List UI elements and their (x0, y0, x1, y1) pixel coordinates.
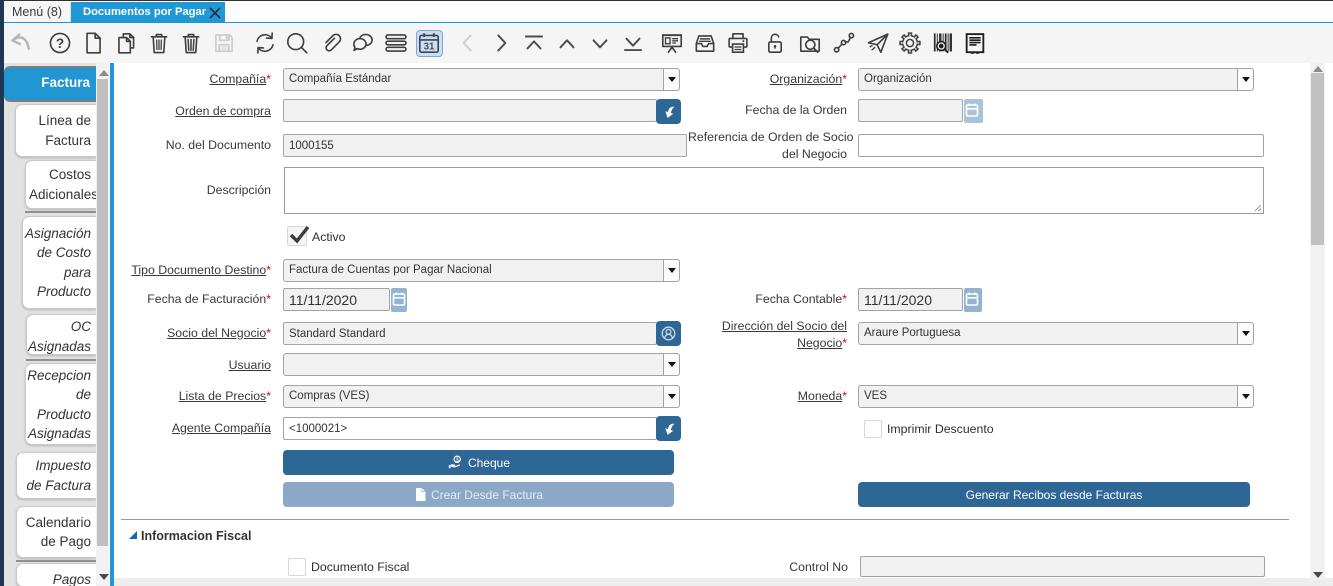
svg-text:$: $ (456, 457, 459, 463)
svg-text:?: ? (56, 36, 64, 51)
svg-text:31: 31 (424, 41, 435, 52)
